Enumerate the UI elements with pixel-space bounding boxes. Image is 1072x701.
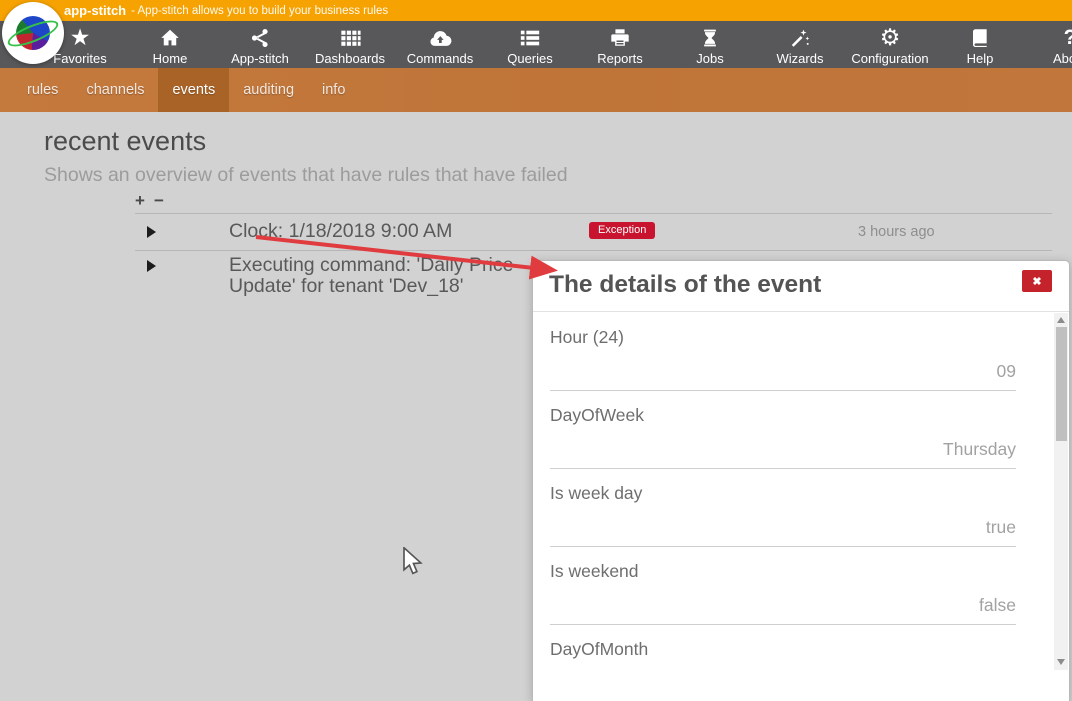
- nav-label: Dashboards: [315, 51, 385, 66]
- modal-header: The details of the event ✖: [533, 261, 1069, 312]
- event-details-modal: The details of the event ✖ Hour (24) 09 …: [532, 260, 1070, 701]
- field-label: Hour (24): [550, 327, 624, 348]
- nav-label: Wizards: [777, 51, 824, 66]
- tree-controls: +−: [135, 191, 173, 211]
- field-is-weekend: Is weekend false: [550, 547, 1016, 625]
- collapse-all-button[interactable]: −: [154, 191, 164, 210]
- nav-item-jobs[interactable]: Jobs: [665, 21, 755, 68]
- mouse-cursor: [402, 547, 424, 582]
- share-icon: [249, 25, 271, 50]
- list-icon: [519, 25, 541, 50]
- field-label: Is week day: [550, 483, 642, 504]
- modal-title: The details of the event: [549, 271, 821, 299]
- page-title: recent events: [44, 126, 206, 157]
- field-hour: Hour (24) 09: [550, 313, 1016, 391]
- nav-label: Home: [153, 51, 188, 66]
- nav-item-commands[interactable]: Commands: [395, 21, 485, 68]
- app-logo[interactable]: [2, 2, 64, 64]
- close-icon: ✖: [1032, 275, 1041, 288]
- main-navbar: ★ Favorites Home App-stitch Dashboards C…: [0, 21, 1072, 68]
- event-row[interactable]: Clock: 1/18/2018 9:00 AM Exception 3 hou…: [135, 214, 1052, 251]
- nav-item-app-stitch[interactable]: App-stitch: [215, 21, 305, 68]
- event-title: Executing command: 'Daily Price Update' …: [229, 255, 561, 296]
- nav-label: Configuration: [851, 51, 928, 66]
- close-button[interactable]: ✖: [1022, 270, 1052, 292]
- nav-label: Reports: [597, 51, 643, 66]
- field-label: Is weekend: [550, 561, 639, 582]
- nav-item-queries[interactable]: Queries: [485, 21, 575, 68]
- event-title: Clock: 1/18/2018 9:00 AM: [229, 221, 561, 242]
- cloud-upload-icon: [428, 25, 452, 50]
- question-icon: ?: [1064, 25, 1072, 50]
- field-dayofweek: DayOfWeek Thursday: [550, 391, 1016, 469]
- gear-icon: ⚙: [880, 25, 901, 50]
- nav-label: About: [1053, 51, 1072, 66]
- brand-name: app-stitch: [64, 3, 126, 18]
- nav-item-about[interactable]: ? About: [1025, 21, 1072, 68]
- scroll-up-arrow-icon[interactable]: [1057, 317, 1065, 323]
- modal-body: Hour (24) 09 DayOfWeek Thursday Is week …: [533, 313, 1052, 701]
- expand-all-button[interactable]: +: [135, 191, 145, 210]
- nav-label: Favorites: [53, 51, 106, 66]
- nav-item-wizards[interactable]: Wizards: [755, 21, 845, 68]
- book-icon: [970, 25, 990, 50]
- home-icon: [159, 25, 181, 50]
- field-value: false: [979, 595, 1016, 616]
- subnav-tab-auditing[interactable]: auditing: [229, 68, 308, 112]
- field-label: DayOfMonth: [550, 639, 648, 660]
- field-value: 09: [997, 361, 1016, 382]
- magic-wand-icon: [789, 25, 811, 50]
- nav-label: App-stitch: [231, 51, 289, 66]
- expand-caret-icon[interactable]: [147, 260, 156, 272]
- nav-item-home[interactable]: Home: [125, 21, 215, 68]
- nav-label: Jobs: [696, 51, 723, 66]
- brand-tagline: - App-stitch allows you to build your bu…: [131, 5, 388, 17]
- field-value: Thursday: [943, 439, 1016, 460]
- top-brand-bar: app-stitch - App-stitch allows you to bu…: [0, 0, 1072, 21]
- field-label: DayOfWeek: [550, 405, 644, 426]
- field-is-week-day: Is week day true: [550, 469, 1016, 547]
- field-dayofmonth: DayOfMonth: [550, 625, 1016, 701]
- page-subtitle: Shows an overview of events that have ru…: [44, 164, 568, 187]
- nav-item-reports[interactable]: Reports: [575, 21, 665, 68]
- nav-label: Queries: [507, 51, 553, 66]
- scrollbar-thumb[interactable]: [1056, 327, 1067, 441]
- nav-item-configuration[interactable]: ⚙ Configuration: [845, 21, 935, 68]
- status-badge: Exception: [589, 222, 655, 239]
- subnav-tab-info[interactable]: info: [308, 68, 359, 112]
- subnav-tab-channels[interactable]: channels: [72, 68, 158, 112]
- subnav-tab-events[interactable]: events: [158, 68, 229, 112]
- printer-icon: [609, 25, 631, 50]
- star-icon: ★: [70, 25, 91, 50]
- grid-icon: [339, 25, 362, 50]
- field-value: true: [986, 517, 1016, 538]
- hourglass-icon: [700, 25, 720, 50]
- expand-caret-icon[interactable]: [147, 226, 156, 238]
- subnav-tab-rules[interactable]: rules: [13, 68, 72, 112]
- nav-item-help[interactable]: Help: [935, 21, 1025, 68]
- nav-label: Help: [967, 51, 994, 66]
- sub-navbar: rules channels events auditing info: [0, 68, 1072, 112]
- scroll-down-arrow-icon[interactable]: [1057, 659, 1065, 665]
- nav-item-dashboards[interactable]: Dashboards: [305, 21, 395, 68]
- event-timestamp: 3 hours ago: [858, 224, 935, 240]
- nav-label: Commands: [407, 51, 473, 66]
- modal-scrollbar[interactable]: [1054, 313, 1068, 670]
